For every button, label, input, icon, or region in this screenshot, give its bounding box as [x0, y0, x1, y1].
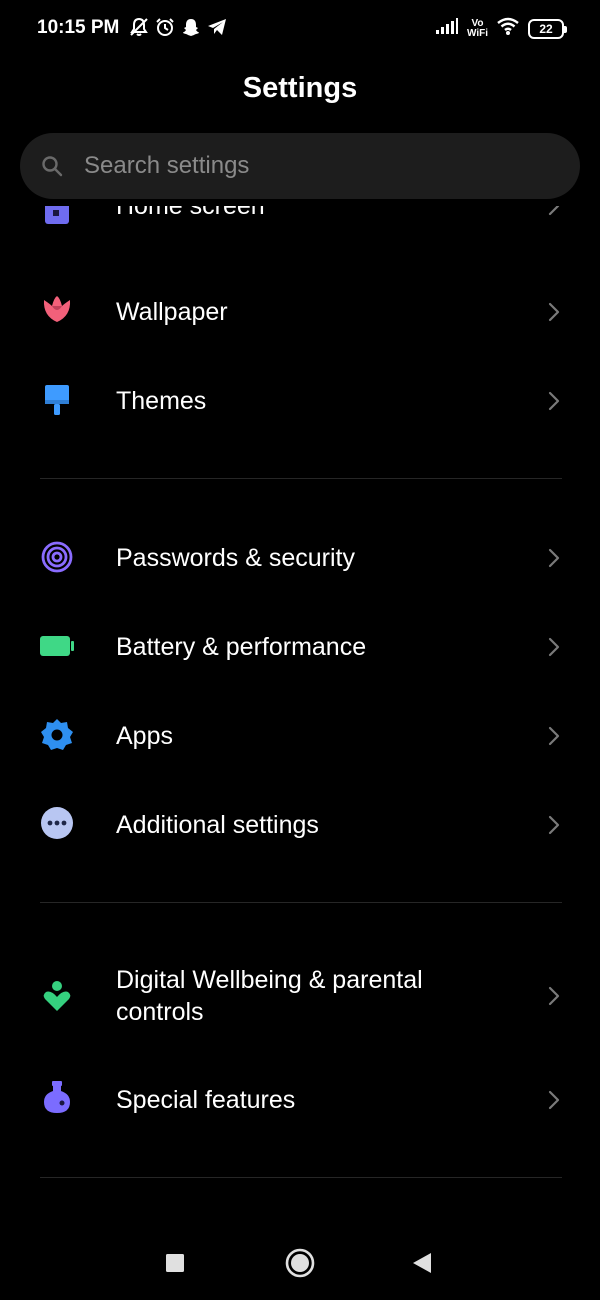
fingerprint-icon — [40, 540, 74, 574]
settings-item-label: Themes — [116, 387, 207, 415]
gear-icon — [40, 718, 74, 752]
signal-icon — [435, 17, 459, 40]
settings-list[interactable]: Home screen Wallpaper Themes Passwords &… — [0, 206, 600, 1216]
wellbeing-icon — [40, 979, 74, 1013]
more-dots-icon — [40, 806, 74, 840]
settings-item-label: Apps — [116, 722, 173, 750]
settings-item-home-screen[interactable]: Home screen — [0, 206, 600, 246]
back-icon[interactable] — [410, 1251, 434, 1280]
settings-item-apps[interactable]: Apps — [0, 691, 600, 779]
chevron-right-icon — [545, 390, 563, 412]
settings-item-wallpaper[interactable]: Wallpaper — [0, 268, 600, 356]
settings-item-passwords-security[interactable]: Passwords & security — [0, 513, 600, 601]
home-icon[interactable] — [284, 1247, 316, 1284]
chevron-right-icon — [545, 547, 563, 569]
section-divider — [40, 478, 562, 479]
settings-item-label: Battery & performance — [116, 633, 367, 661]
settings-item-label: Additional settings — [116, 811, 319, 839]
section-divider — [40, 1177, 562, 1178]
vowifi-badge: Vo WiFi — [466, 17, 488, 39]
battery-icon — [40, 629, 74, 663]
chevron-right-icon — [545, 301, 563, 323]
settings-item-battery-performance[interactable]: Battery & performance — [0, 602, 600, 690]
wifi-icon — [496, 16, 520, 41]
search-input[interactable] — [84, 133, 554, 199]
search-bar[interactable] — [20, 133, 580, 199]
chevron-right-icon — [545, 206, 563, 217]
settings-item-label: Passwords & security — [116, 544, 355, 572]
tulip-icon — [40, 294, 74, 328]
search-icon — [40, 154, 64, 178]
chevron-right-icon — [545, 1089, 563, 1111]
snapchat-icon — [180, 16, 202, 38]
section-divider — [40, 902, 562, 903]
settings-item-additional-settings[interactable]: Additional settings — [0, 780, 600, 868]
paint-roller-icon — [40, 383, 74, 417]
settings-item-special-features[interactable]: Special features — [0, 1056, 600, 1144]
page-title: Settings — [242, 72, 358, 104]
navigation-bar — [0, 1230, 600, 1300]
bell-off-icon — [128, 16, 150, 38]
flask-icon — [40, 1080, 74, 1114]
settings-item-label: Digital Wellbeing & parental controls — [116, 966, 423, 1026]
chevron-right-icon — [545, 725, 563, 747]
status-time: 10:15 PM — [37, 17, 120, 38]
settings-item-label: Wallpaper — [116, 298, 228, 326]
settings-item-digital-wellbeing[interactable]: Digital Wellbeing & parental controls — [0, 944, 600, 1048]
chevron-right-icon — [545, 985, 563, 1007]
telegram-icon — [206, 16, 228, 38]
recents-icon[interactable] — [164, 1252, 186, 1279]
home-screen-icon — [40, 206, 74, 230]
settings-item-label: Home screen — [116, 206, 265, 220]
settings-item-label: Special features — [116, 1086, 296, 1114]
settings-item-themes[interactable]: Themes — [0, 357, 600, 445]
chevron-right-icon — [545, 636, 563, 658]
status-bar: 10:15 PM Vo WiFi 22 — [0, 0, 600, 56]
chevron-right-icon — [545, 814, 563, 836]
battery-indicator: 22 — [528, 18, 567, 39]
alarm-icon — [154, 16, 176, 38]
